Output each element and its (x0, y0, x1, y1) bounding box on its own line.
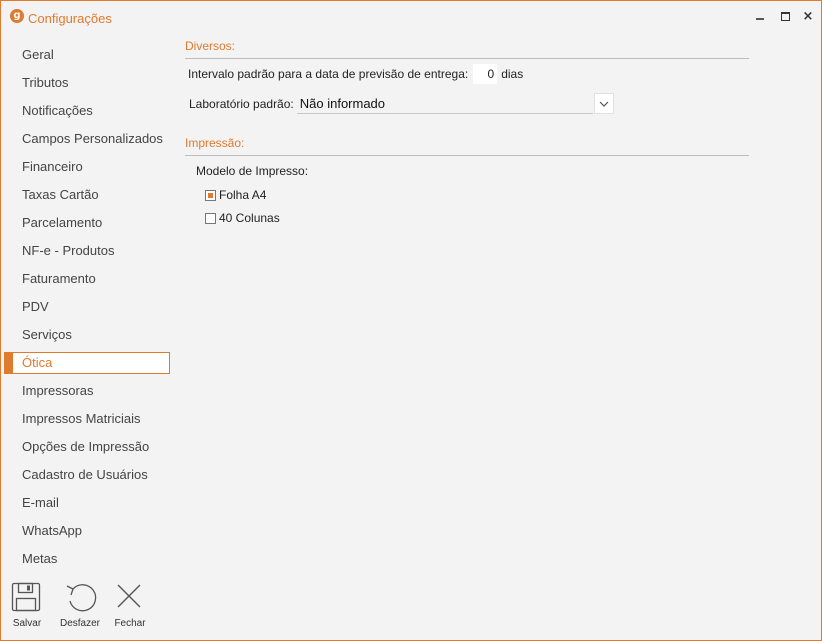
save-label: Salvar (12, 618, 42, 629)
sidebar-item-tributos[interactable]: Tributos (1, 69, 176, 97)
close-window-button[interactable]: × (798, 7, 818, 27)
close-icon: × (802, 9, 814, 24)
minimize-button[interactable] (750, 7, 770, 27)
sidebar: Geral Tributos Notificações Campos Perso… (1, 41, 176, 573)
sidebar-item-label: Tributos (22, 75, 69, 90)
radio-unchecked-icon[interactable] (205, 212, 216, 224)
title-bar: g Configurações × (1, 1, 821, 34)
radio-label: 40 Colunas (219, 211, 280, 225)
save-button[interactable]: Salvar (2, 579, 52, 631)
sidebar-item-geral[interactable]: Geral (1, 41, 176, 69)
sidebar-item-label: NF-e - Produtos (22, 243, 115, 258)
undo-button[interactable]: Desfazer (55, 579, 105, 631)
sidebar-item-label: Impressos Matriciais (22, 411, 141, 426)
model-label: Modelo de Impresso: (196, 164, 309, 178)
radio-option-40-colunas[interactable]: 40 Colunas (205, 208, 749, 228)
sidebar-item-otica[interactable]: Ótica (4, 352, 170, 374)
sidebar-item-label: Opções de Impressão (22, 439, 150, 454)
sidebar-item-campos-personalizados[interactable]: Campos Personalizados (1, 125, 176, 153)
radio-checked-icon[interactable] (205, 189, 216, 201)
sidebar-item-label: Metas (22, 551, 58, 566)
sidebar-item-impressoras[interactable]: Impressoras (1, 377, 176, 405)
sidebar-item-label: Impressoras (22, 383, 94, 398)
sidebar-item-label: Cadastro de Usuários (22, 467, 148, 482)
sidebar-item-pdv[interactable]: PDV (1, 293, 176, 321)
sidebar-item-nfe-produtos[interactable]: NF-e - Produtos (1, 237, 176, 265)
section-title-diversos: Diversos: (185, 39, 749, 59)
close-button[interactable]: Fechar (105, 579, 155, 631)
maximize-button[interactable] (775, 7, 795, 27)
sidebar-item-whatsapp[interactable]: WhatsApp (1, 517, 176, 545)
undo-icon (66, 584, 97, 612)
close-label: Fechar (114, 618, 146, 629)
lab-dropdown-button[interactable] (593, 93, 614, 114)
sidebar-item-label: Parcelamento (22, 215, 103, 230)
interval-unit: dias (501, 67, 524, 81)
sidebar-item-financeiro[interactable]: Financeiro (1, 153, 176, 181)
sidebar-item-label: Serviços (22, 327, 72, 342)
lab-row: Laboratório padrão: Não informado (189, 93, 749, 115)
save-icon (11, 582, 41, 612)
sidebar-item-metas[interactable]: Metas (1, 545, 176, 573)
sidebar-item-notificacoes[interactable]: Notificações (1, 97, 176, 125)
interval-days-input[interactable] (473, 64, 498, 84)
sidebar-item-taxas-cartao[interactable]: Taxas Cartão (1, 181, 176, 209)
chevron-down-icon (599, 101, 609, 107)
sidebar-item-opcoes-de-impressao[interactable]: Opções de Impressão (1, 433, 176, 461)
radio-option-folha-a4[interactable]: Folha A4 (205, 185, 749, 205)
maximize-icon (780, 12, 790, 21)
sidebar-item-label: Notificações (22, 103, 93, 118)
section-title-impressao: Impressão: (185, 136, 749, 156)
radio-label: Folha A4 (219, 188, 267, 202)
bottom-toolbar: Salvar Desfazer Fechar (1, 579, 181, 635)
sidebar-item-faturamento[interactable]: Faturamento (1, 265, 176, 293)
minimize-icon (756, 18, 764, 20)
window-title: Configurações (28, 11, 112, 26)
sidebar-item-label: Taxas Cartão (22, 187, 99, 202)
lab-label: Laboratório padrão: (189, 97, 294, 111)
sidebar-item-email[interactable]: E-mail (1, 489, 176, 517)
settings-panel: Diversos: Intervalo padrão para a data d… (185, 39, 749, 228)
sidebar-item-label: PDV (22, 299, 49, 314)
close-x-icon (117, 584, 141, 608)
sidebar-item-label: E-mail (22, 495, 59, 510)
configuracoes-window: g Configurações × Geral Tributos Notific… (0, 0, 822, 641)
lab-select[interactable]: Não informado (296, 93, 614, 114)
sidebar-item-parcelamento[interactable]: Parcelamento (1, 209, 176, 237)
app-logo-icon: g (10, 9, 24, 23)
sidebar-item-label: Ótica (22, 355, 53, 370)
sidebar-item-label: Geral (22, 47, 54, 62)
sidebar-item-label: Faturamento (22, 271, 96, 286)
undo-label: Desfazer (59, 618, 100, 629)
sidebar-item-label: WhatsApp (22, 523, 82, 538)
sidebar-item-servicos[interactable]: Serviços (1, 321, 176, 349)
lab-select-value: Não informado (299, 96, 386, 111)
sidebar-item-cadastro-de-usuarios[interactable]: Cadastro de Usuários (1, 461, 176, 489)
sidebar-item-impressos-matriciais[interactable]: Impressos Matriciais (1, 405, 176, 433)
interval-label: Intervalo padrão para a data de previsão… (188, 67, 469, 81)
sidebar-item-label: Financeiro (22, 159, 83, 174)
interval-row: Intervalo padrão para a data de previsão… (188, 64, 749, 84)
sidebar-item-label: Campos Personalizados (22, 131, 163, 146)
